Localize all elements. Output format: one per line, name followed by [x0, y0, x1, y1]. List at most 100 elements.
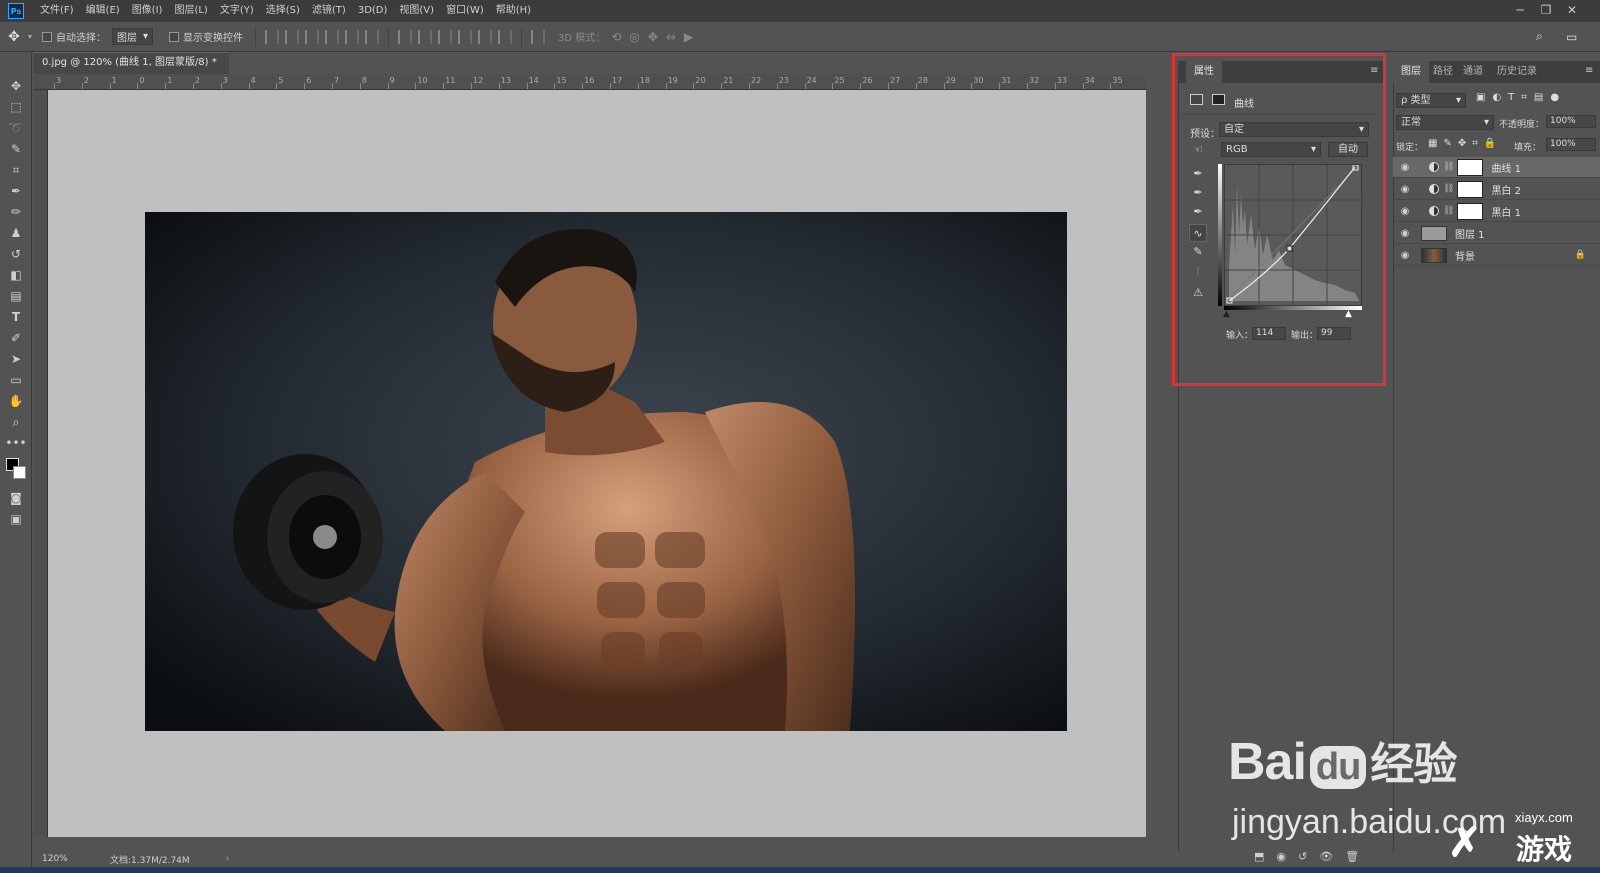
visibility-icon[interactable]: 👁 [1319, 850, 1333, 863]
visibility-eye-icon[interactable]: ◉ [1393, 162, 1417, 173]
menu-layer[interactable]: 图层(L) [168, 0, 213, 22]
menu-window[interactable]: 窗口(W) [440, 0, 490, 22]
align-vcenter-icon[interactable] [285, 29, 300, 44]
move-tool-icon[interactable]: ✥ [0, 76, 32, 97]
screen-mode-icon[interactable]: ▣ [0, 509, 32, 530]
layer-name[interactable]: 图层 1 [1455, 226, 1485, 241]
visibility-eye-icon[interactable]: ◉ [1393, 206, 1417, 217]
menu-view[interactable]: 视图(V) [393, 0, 440, 22]
align-bottom-icon[interactable] [305, 29, 320, 44]
quick-mask-icon[interactable]: ◙ [0, 488, 32, 509]
search-icon[interactable]: ⌕ [1536, 29, 1543, 44]
distribute-left-icon[interactable] [458, 29, 473, 44]
menu-3d[interactable]: 3D(D) [352, 0, 394, 22]
lock-icons[interactable]: ▦✎✥⌗🔒 [1428, 138, 1502, 149]
pen-tool-icon[interactable]: ✐ [0, 328, 32, 349]
fill-field[interactable]: 100% [1546, 138, 1596, 151]
reset-icon[interactable]: ↺ [1298, 850, 1307, 863]
document-tab[interactable]: 0.jpg @ 120% (曲线 1, 图层蒙版/8) * ✕ [34, 52, 229, 88]
workspace-icon[interactable]: ▭ [1566, 30, 1577, 44]
link-icon[interactable]: ⛓ [1443, 184, 1454, 194]
distribute-hcenter-icon[interactable] [478, 29, 493, 44]
link-icon[interactable]: ⛓ [1443, 162, 1454, 172]
background-color-swatch[interactable] [13, 466, 26, 479]
mask-thumbnail[interactable] [1457, 180, 1484, 198]
background-thumbnail[interactable] [1421, 247, 1447, 263]
hand-tool-icon[interactable]: ✋ [0, 391, 32, 412]
clip-to-layer-icon[interactable]: ⬒ [1254, 850, 1264, 863]
quick-select-tool-icon[interactable]: ✎ [0, 139, 32, 160]
auto-align-icon[interactable] [531, 29, 546, 44]
close-icon[interactable]: ✕ [1560, 0, 1584, 22]
mask-thumbnail[interactable] [1457, 202, 1484, 220]
menu-image[interactable]: 图像(I) [126, 0, 169, 22]
brush-tool-icon[interactable]: ✏ [0, 202, 32, 223]
more-tools-icon[interactable]: ••• [0, 433, 32, 454]
stamp-tool-icon[interactable]: ♟ [0, 223, 32, 244]
eyedropper-tool-icon[interactable]: ✒ [0, 181, 32, 202]
crop-tool-icon[interactable]: ⌗ [0, 160, 32, 181]
distribute-top-icon[interactable] [398, 29, 413, 44]
color-swatches[interactable] [0, 454, 31, 488]
align-left-icon[interactable] [325, 29, 340, 44]
layer-row[interactable]: ◉ 图层 1 [1393, 223, 1600, 244]
link-icon[interactable]: ⛓ [1443, 206, 1454, 216]
align-right-icon[interactable] [365, 29, 380, 44]
chevron-down-icon[interactable]: ▾ [28, 32, 32, 41]
layer-name[interactable]: 背景 [1455, 248, 1475, 263]
layer-row[interactable]: ◉ ⛓ 黑白 2 [1393, 179, 1600, 200]
layer-thumbnail[interactable] [1421, 225, 1447, 241]
chevron-right-icon[interactable]: › [226, 854, 230, 864]
menu-select[interactable]: 选择(S) [260, 0, 306, 22]
move-tool-icon[interactable]: ✥ [0, 29, 28, 45]
gradient-tool-icon[interactable]: ▤ [0, 286, 32, 307]
eraser-tool-icon[interactable]: ◧ [0, 265, 32, 286]
tab-paths[interactable]: 路径 [1427, 61, 1459, 83]
layer-row[interactable]: ◉ ⛓ 曲线 1 [1393, 157, 1600, 178]
zoom-level[interactable]: 120% [42, 854, 102, 864]
align-hcenter-icon[interactable] [345, 29, 360, 44]
3d-tools-icon[interactable]: ⟲◎✥⇔▶ [611, 30, 701, 44]
delete-icon[interactable]: 🗑 [1345, 850, 1359, 863]
show-transform-checkbox[interactable] [169, 31, 180, 42]
menu-file[interactable]: 文件(F) [34, 0, 80, 22]
align-top-icon[interactable] [265, 29, 280, 44]
minimize-icon[interactable]: ─ [1508, 0, 1532, 22]
marquee-tool-icon[interactable]: ⬚ [0, 97, 32, 118]
menu-type[interactable]: 文字(Y) [214, 0, 260, 22]
layer-filter-dropdown[interactable]: ρ 类型 ▾ [1396, 93, 1466, 108]
menu-help[interactable]: 帮助(H) [490, 0, 537, 22]
menu-filter[interactable]: 滤镜(T) [306, 0, 352, 22]
panel-menu-icon[interactable]: ≡ [1585, 65, 1593, 76]
menu-edit[interactable]: 编辑(E) [80, 0, 126, 22]
visibility-eye-icon[interactable]: ◉ [1393, 228, 1417, 239]
zoom-tool-icon[interactable]: ⌕ [0, 412, 32, 433]
distribute-right-icon[interactable] [498, 29, 513, 44]
layer-name[interactable]: 黑白 1 [1491, 204, 1521, 219]
type-tool-icon[interactable]: T [0, 307, 32, 328]
distribute-vcenter-icon[interactable] [418, 29, 433, 44]
path-select-tool-icon[interactable]: ➤ [0, 349, 32, 370]
layer-name[interactable]: 曲线 1 [1491, 160, 1521, 175]
restore-icon[interactable]: ❐ [1534, 0, 1558, 22]
lasso-tool-icon[interactable]: ➰ [0, 118, 32, 139]
tab-history[interactable]: 历史记录 [1491, 61, 1543, 83]
shape-tool-icon[interactable]: ▭ [0, 370, 32, 391]
visibility-eye-icon[interactable]: ◉ [1393, 184, 1417, 195]
tab-channels[interactable]: 通道 [1457, 61, 1489, 83]
view-previous-icon[interactable]: ◉ [1276, 850, 1286, 863]
blend-mode-dropdown[interactable]: 正常 ▾ [1396, 115, 1494, 130]
history-brush-tool-icon[interactable]: ↺ [0, 244, 32, 265]
visibility-eye-icon[interactable]: ◉ [1393, 250, 1417, 261]
layer-row[interactable]: ◉ ⛓ 黑白 1 [1393, 201, 1600, 222]
distribute-bottom-icon[interactable] [438, 29, 453, 44]
auto-select-checkbox[interactable] [42, 31, 53, 42]
tab-layers[interactable]: 图层 [1393, 61, 1429, 83]
document-image[interactable] [145, 212, 1067, 731]
layer-name[interactable]: 黑白 2 [1491, 182, 1521, 197]
layer-filter-icons[interactable]: ▣◐T⌗▤● [1476, 92, 1566, 103]
mask-thumbnail[interactable] [1457, 158, 1484, 176]
auto-select-dropdown[interactable]: 图层 ▾ [112, 28, 154, 45]
layer-row[interactable]: ◉ 背景 🔒 [1393, 245, 1600, 266]
opacity-field[interactable]: 100% [1546, 115, 1596, 128]
